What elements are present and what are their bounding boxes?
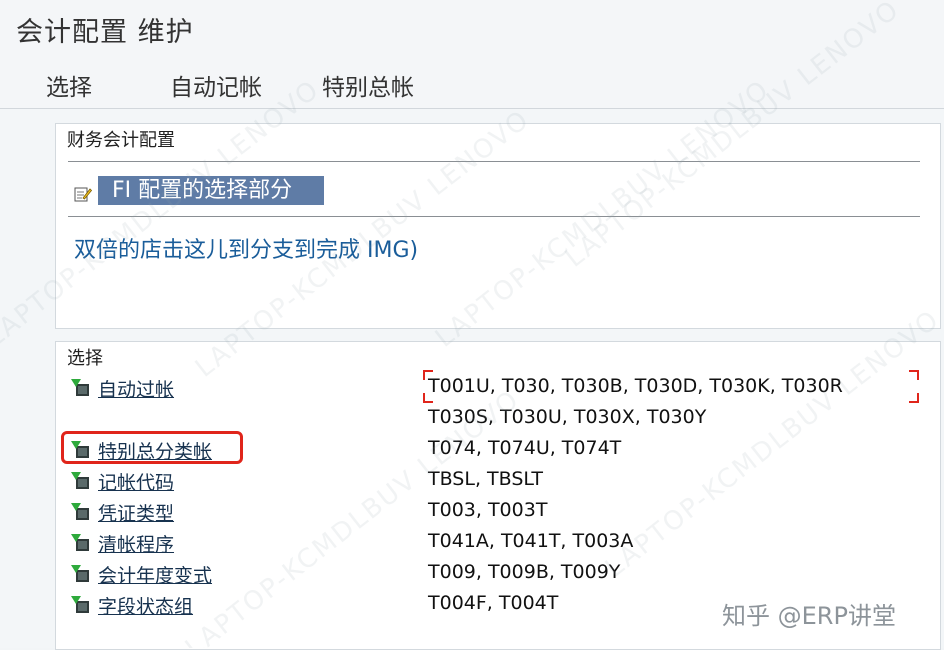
row-posting-keys[interactable]: 记帐代码 [98,468,174,495]
config-group [55,123,941,329]
tables-fiscal-year-variant: T009, T009B, T009Y [428,561,621,583]
tables-clearing-procedures: T041A, T041T, T003A [428,530,634,552]
selection-bracket [909,370,919,380]
row-auto-posting[interactable]: 自动过帐 [98,375,174,402]
img-hint-link[interactable]: 双倍的店击这儿到分支到完成 IMG) [74,232,418,264]
tables-posting-keys: TBSL, TBSLT [428,468,543,490]
execute-activity-icon[interactable] [70,376,92,398]
execute-activity-icon[interactable] [70,562,92,584]
menu-item-auto-posting[interactable]: 自动记帐 [170,68,262,102]
row-clearing-procedures[interactable]: 清帐程序 [98,530,174,557]
menu-bar: 选择 自动记帐 特别总帐 [0,56,944,109]
tables-special-gl: T074, T074U, T074T [428,437,622,459]
selection-group-title: 选择 [67,348,103,369]
highlight-box [61,431,243,464]
menu-item-special-gl[interactable]: 特别总帐 [322,68,414,102]
tables-auto-posting-cont: T030S, T030U, T030X, T030Y [428,406,707,428]
selection-bracket [909,393,919,403]
row-field-status-groups[interactable]: 字段状态组 [98,592,193,619]
config-group-title: 财务会计配置 [67,130,175,151]
tables-document-types: T003, T003T [428,499,548,521]
fi-config-banner[interactable]: FI 配置的选择部分 [98,176,324,205]
menu-item-select[interactable]: 选择 [46,68,92,102]
execute-activity-icon[interactable] [70,531,92,553]
row-fiscal-year-variant[interactable]: 会计年度变式 [98,561,212,588]
source-signature: 知乎 @ERP讲堂 [722,602,896,630]
divider [68,161,920,162]
row-document-types[interactable]: 凭证类型 [98,499,174,526]
execute-activity-icon[interactable] [70,500,92,522]
window-title: 会计配置 维护 [16,17,194,48]
divider [68,216,920,217]
tables-auto-posting: T001U, T030, T030B, T030D, T030K, T030R [428,375,843,397]
window-titlebar: 会计配置 维护 [0,0,944,57]
execute-activity-icon[interactable] [70,593,92,615]
tables-field-status-groups: T004F, T004T [428,592,559,614]
execute-activity-icon[interactable] [70,469,92,491]
edit-icon [74,187,92,202]
